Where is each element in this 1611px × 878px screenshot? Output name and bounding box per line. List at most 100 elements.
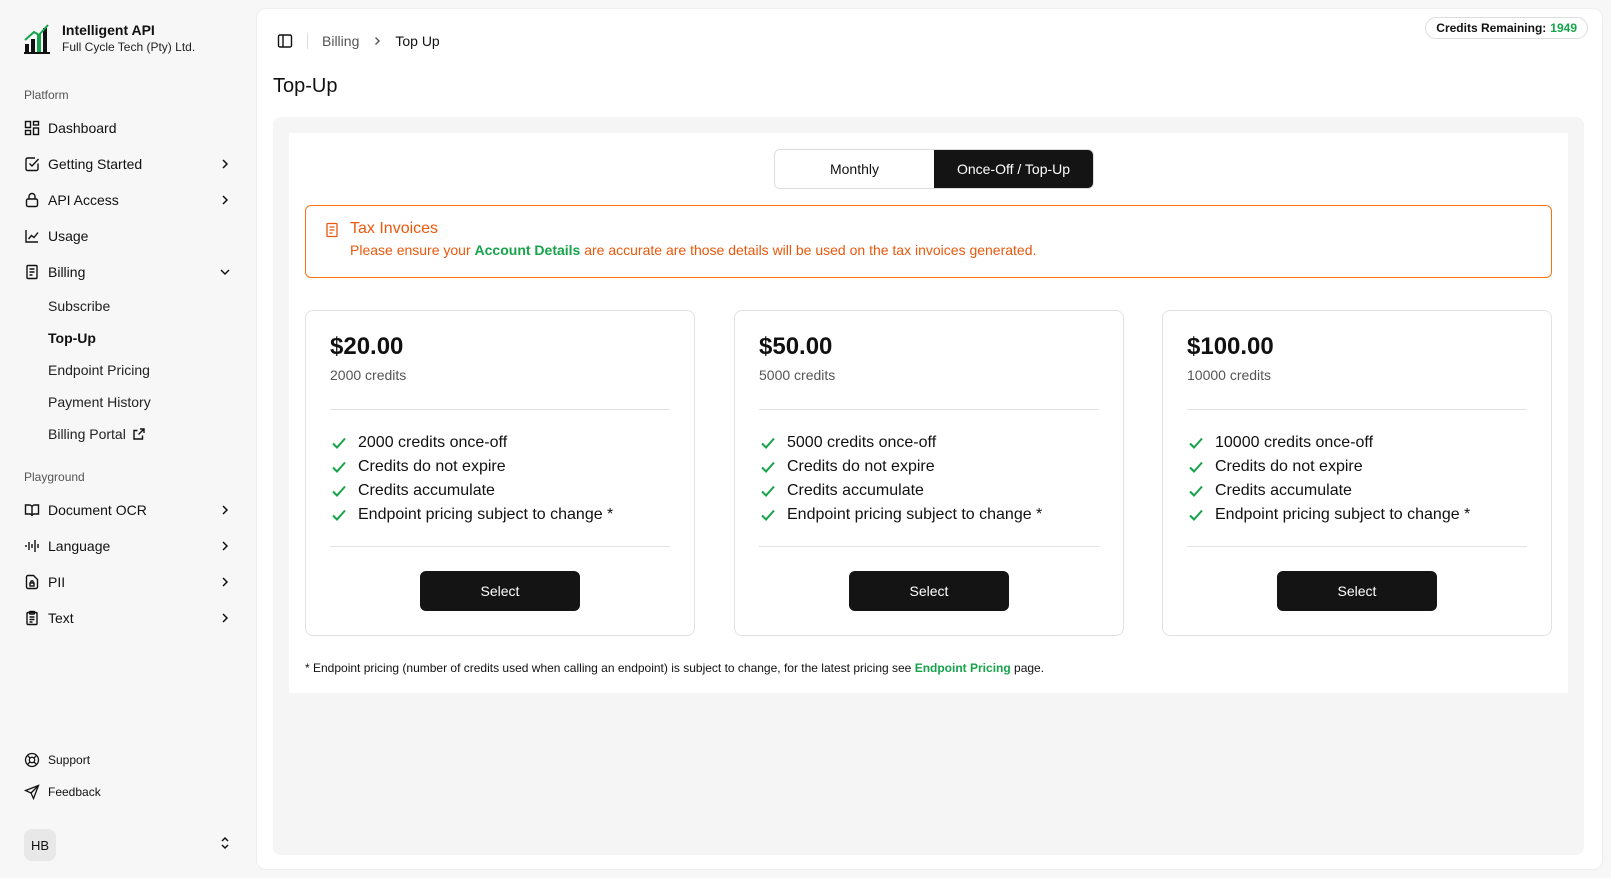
sidebar-item-text[interactable]: Text (16, 600, 240, 636)
feature-text: Credits accumulate (787, 482, 924, 499)
chevron-down-icon (218, 265, 232, 279)
external-link-icon (132, 427, 146, 441)
subitem-label: Endpoint Pricing (48, 362, 150, 378)
receipt-icon (24, 264, 40, 280)
content-area: Monthly Once-Off / Top-Up Tax Invoices P… (273, 117, 1584, 855)
footnote-text-before: * Endpoint pricing (number of credits us… (305, 661, 915, 675)
feature-text: 2000 credits once-off (358, 434, 508, 451)
feature-item: 10000 credits once-off (1187, 431, 1470, 455)
feature-item: Endpoint pricing subject to change * (759, 503, 1042, 527)
check-icon (330, 506, 348, 524)
feature-text: Endpoint pricing subject to change * (358, 506, 614, 523)
brand-subtitle: Full Cycle Tech (Pty) Ltd. (62, 40, 196, 54)
select-plan-button[interactable]: Select (420, 571, 580, 611)
file-lock-icon (24, 574, 40, 590)
sidebar-item-label: Getting Started (48, 156, 143, 172)
divider (759, 409, 1099, 410)
select-plan-button[interactable]: Select (1277, 571, 1437, 611)
account-details-link[interactable]: Account Details (475, 242, 581, 258)
feature-item: Credits accumulate (330, 479, 613, 503)
feedback-link[interactable]: Feedback (16, 776, 240, 808)
divider (330, 409, 670, 410)
sidebar-item-label: Language (48, 538, 111, 554)
feature-text: Credits do not expire (358, 458, 506, 475)
billing-period-toggle: Monthly Once-Off / Top-Up (774, 149, 1094, 189)
credits-label: Credits Remaining: (1436, 21, 1547, 35)
sidebar-subitem-endpoint-pricing[interactable]: Endpoint Pricing (40, 354, 240, 386)
support-link[interactable]: Support (16, 744, 240, 776)
alert-title: Tax Invoices (350, 220, 439, 237)
plan-card: $20.00 2000 credits 2000 credits once-of… (305, 310, 695, 636)
audio-lines-icon (24, 538, 40, 554)
chevrons-up-down-icon (218, 836, 232, 855)
chart-icon (24, 228, 40, 244)
divider (1187, 546, 1527, 547)
alert-text-after: are accurate are those details will be u… (580, 242, 1037, 258)
send-icon (24, 784, 40, 800)
playground-section-label: Playground (24, 470, 85, 484)
feature-item: Credits do not expire (330, 455, 613, 479)
feedback-label: Feedback (48, 785, 101, 799)
feature-text: 5000 credits once-off (787, 434, 937, 451)
main-panel: Billing Top Up Credits Remaining: 1949 T… (256, 8, 1603, 870)
dashboard-icon (24, 120, 40, 136)
sidebar-item-label: Document OCR (48, 502, 147, 518)
sidebar-item-label: API Access (48, 192, 119, 208)
check-icon (330, 482, 348, 500)
chevron-right-icon (371, 35, 383, 47)
check-icon (759, 506, 777, 524)
toggle-once-off[interactable]: Once-Off / Top-Up (934, 150, 1093, 188)
plan-credits: 5000 credits (759, 367, 836, 383)
divider (1187, 409, 1527, 410)
chevron-right-icon (218, 611, 232, 625)
checkbox-icon (24, 156, 40, 172)
feature-item: Credits accumulate (1187, 479, 1470, 503)
sidebar-item-api-access[interactable]: API Access (16, 182, 240, 218)
chevron-right-icon (218, 575, 232, 589)
brand[interactable]: Intelligent API Full Cycle Tech (Pty) Lt… (24, 22, 195, 55)
platform-nav: Dashboard Getting Started API Access Usa… (16, 110, 240, 450)
sidebar-item-label: PII (48, 574, 66, 590)
sidebar-item-language[interactable]: Language (16, 528, 240, 564)
sidebar-subitem-subscribe[interactable]: Subscribe (40, 290, 240, 322)
feature-text: Endpoint pricing subject to change * (787, 506, 1043, 523)
platform-section-label: Platform (24, 88, 69, 102)
sidebar-item-document-ocr[interactable]: Document OCR (16, 492, 240, 528)
sidebar-toggle-button[interactable] (273, 29, 297, 53)
check-icon (759, 434, 777, 452)
sidebar-item-billing[interactable]: Billing (16, 254, 240, 290)
endpoint-pricing-link[interactable]: Endpoint Pricing (915, 661, 1011, 675)
sidebar-item-dashboard[interactable]: Dashboard (16, 110, 240, 146)
sidebar-item-pii[interactable]: PII (16, 564, 240, 600)
sidebar-subitem-billing-portal[interactable]: Billing Portal (40, 418, 240, 450)
feature-item: Credits do not expire (1187, 455, 1470, 479)
sidebar-item-usage[interactable]: Usage (16, 218, 240, 254)
panel-left-icon (277, 34, 293, 48)
feature-item: Credits do not expire (759, 455, 1042, 479)
playground-nav: Document OCR Language PII Text (16, 492, 240, 636)
check-icon (1187, 506, 1205, 524)
topup-panel: Monthly Once-Off / Top-Up Tax Invoices P… (289, 133, 1568, 693)
sidebar-subitem-top-up[interactable]: Top-Up (40, 322, 240, 354)
chevron-right-icon (218, 503, 232, 517)
plan-credits: 2000 credits (330, 367, 407, 383)
plan-credits: 10000 credits (1187, 367, 1272, 383)
tax-invoice-alert: Tax Invoices Please ensure your Account … (305, 205, 1552, 278)
sidebar-item-getting-started[interactable]: Getting Started (16, 146, 240, 182)
lock-icon (24, 192, 40, 208)
breadcrumb-current: Top Up (395, 33, 440, 49)
feature-item: 5000 credits once-off (759, 431, 1042, 455)
subitem-label: Billing Portal (48, 426, 126, 442)
plan-price: $50.00 (759, 333, 833, 360)
divider (307, 33, 308, 49)
user-menu[interactable]: HB (16, 825, 240, 865)
check-icon (330, 434, 348, 452)
toggle-monthly[interactable]: Monthly (775, 150, 934, 188)
breadcrumb-billing[interactable]: Billing (322, 33, 359, 49)
pricing-footnote: * Endpoint pricing (number of credits us… (305, 661, 1044, 675)
plan-card: $100.00 10000 credits 10000 credits once… (1162, 310, 1552, 636)
select-plan-button[interactable]: Select (849, 571, 1009, 611)
plan-card: $50.00 5000 credits 5000 credits once-of… (734, 310, 1124, 636)
sidebar-subitem-payment-history[interactable]: Payment History (40, 386, 240, 418)
credits-remaining-badge: Credits Remaining: 1949 (1425, 17, 1588, 39)
